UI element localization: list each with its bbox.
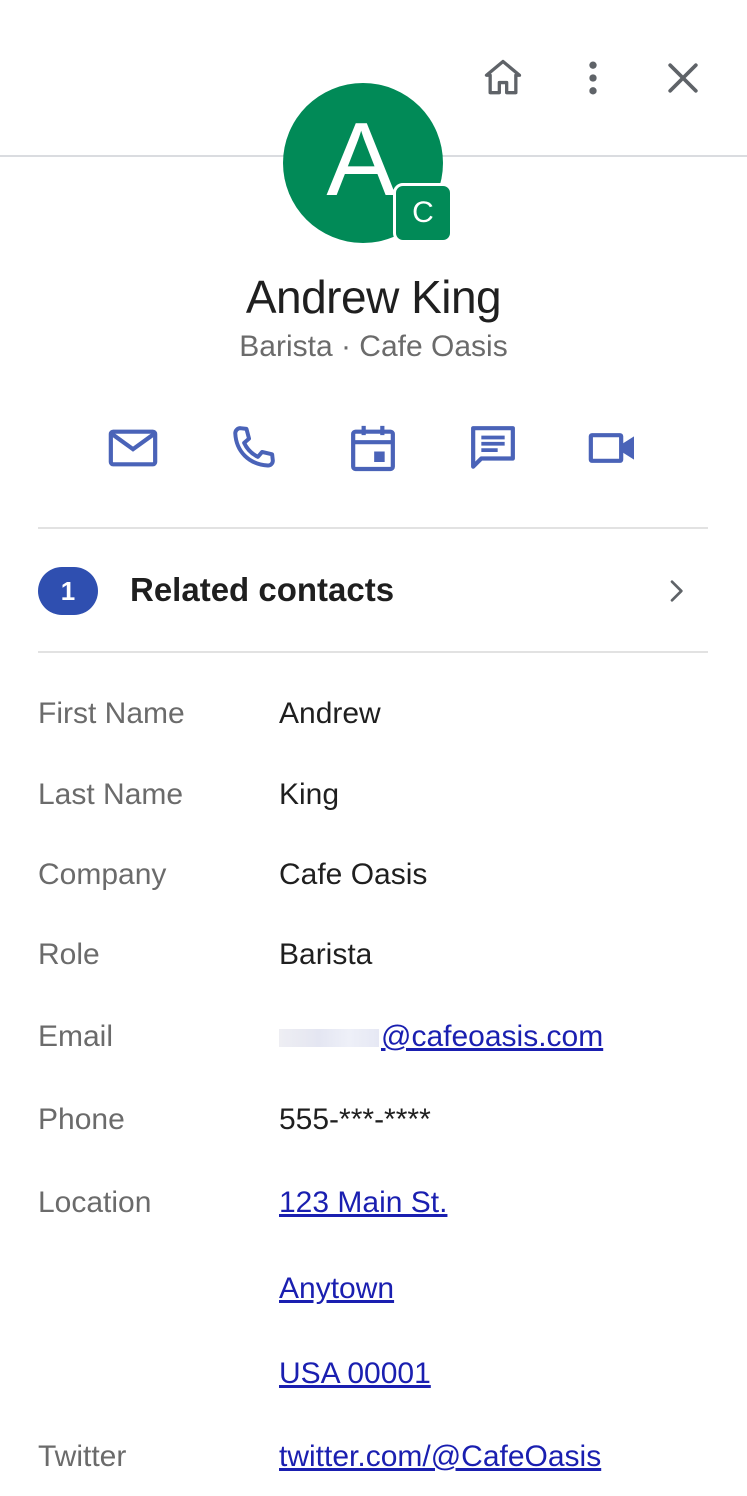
contact-card: A C Andrew King Barista · Cafe Oasis 1 R… (0, 0, 747, 1496)
calendar-icon (351, 425, 395, 472)
contact-name: Andrew King (245, 271, 502, 323)
action-bar (0, 418, 747, 478)
detail-label: Location (38, 1186, 152, 1219)
location-city-link[interactable]: Anytown (279, 1272, 394, 1305)
detail-value: Cafe Oasis (279, 858, 428, 891)
detail-value: 555-***-**** (279, 1103, 431, 1136)
divider (38, 651, 708, 653)
detail-label: First Name (38, 697, 185, 730)
detail-value: USA 00001 (279, 1357, 431, 1391)
detail-row-location: Location 123 Main St. (38, 1186, 738, 1236)
badge-letter: C (412, 196, 434, 229)
home-button[interactable] (475, 50, 531, 106)
location-street-link[interactable]: 123 Main St. (279, 1186, 447, 1219)
detail-value: 123 Main St. (279, 1186, 447, 1220)
detail-value: Anytown (279, 1272, 394, 1306)
more-options-button[interactable] (565, 50, 621, 106)
detail-value: Barista (279, 938, 373, 971)
email-link[interactable]: @cafeoasis.com (381, 1020, 603, 1053)
email-button[interactable] (103, 418, 163, 478)
detail-label: Phone (38, 1103, 125, 1136)
related-contacts-label: Related contacts (130, 571, 395, 608)
video-icon (588, 433, 634, 463)
detail-label: Company (38, 858, 167, 891)
detail-label: Last Name (38, 778, 184, 811)
home-icon (484, 59, 522, 95)
chat-button[interactable] (463, 418, 523, 478)
detail-label: Email (38, 1020, 114, 1053)
detail-row-last-name: Last Name King (38, 778, 738, 828)
chevron-right-icon (670, 580, 683, 602)
detail-value: Andrew (279, 697, 381, 730)
more-vert-icon (589, 61, 597, 95)
email-icon (108, 429, 158, 467)
location-country-link[interactable]: USA 00001 (279, 1357, 431, 1390)
video-call-button[interactable] (583, 418, 643, 478)
related-contacts-row[interactable]: 1 Related contacts (38, 531, 708, 651)
close-icon (668, 63, 698, 93)
detail-label: Role (38, 938, 100, 971)
detail-row-company: Company Cafe Oasis (38, 858, 738, 908)
detail-value: twitter.com/@CafeOasis (279, 1440, 601, 1474)
detail-row-location-city: Anytown (38, 1272, 738, 1322)
detail-row-twitter: Twitter twitter.com/@CafeOasis (38, 1440, 738, 1490)
masked-text (279, 1029, 379, 1048)
detail-value: King (279, 778, 340, 811)
twitter-link[interactable]: twitter.com/@CafeOasis (279, 1440, 601, 1473)
avatar-letter: A (326, 102, 396, 218)
detail-value: @cafeoasis.com (279, 1020, 603, 1054)
close-button[interactable] (655, 50, 711, 106)
company-badge: C (393, 183, 453, 243)
related-count-badge: 1 (38, 567, 98, 615)
schedule-button[interactable] (343, 418, 403, 478)
divider (38, 527, 708, 529)
contact-subtitle: Barista · Cafe Oasis (239, 330, 508, 363)
detail-row-email: Email @cafeoasis.com (38, 1020, 738, 1070)
detail-row-first-name: First Name Andrew (38, 697, 738, 747)
detail-label: Twitter (38, 1440, 127, 1473)
phone-icon (233, 426, 275, 468)
detail-row-phone: Phone 555-***-**** (38, 1103, 738, 1153)
detail-row-location-country: USA 00001 (38, 1357, 738, 1407)
detail-row-role: Role Barista (38, 938, 738, 988)
call-button[interactable] (223, 418, 283, 478)
chat-icon (471, 426, 515, 469)
